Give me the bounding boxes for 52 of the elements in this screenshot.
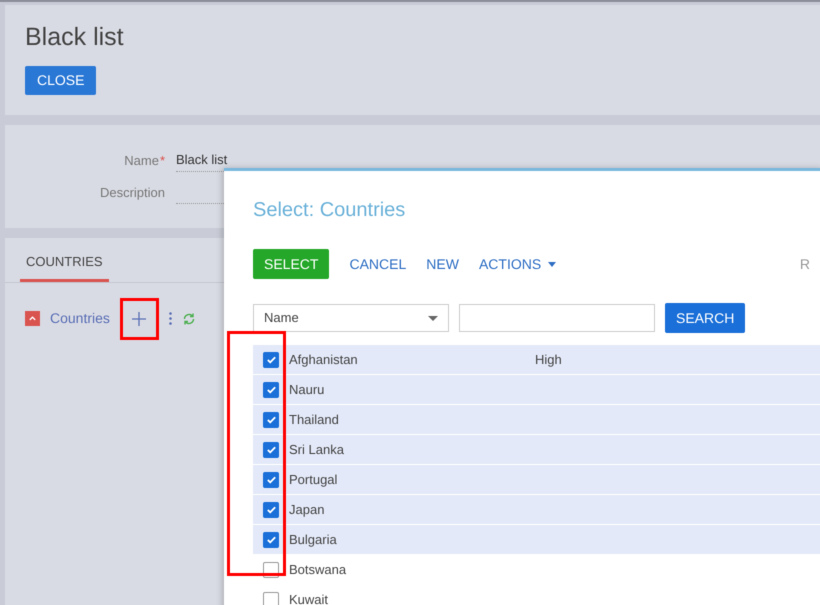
checkbox[interactable] xyxy=(263,532,279,548)
required-mark: * xyxy=(160,152,165,170)
action-link[interactable]: CANCEL xyxy=(349,254,406,274)
country-name: Japan xyxy=(289,500,326,519)
search-field[interactable] xyxy=(459,304,655,332)
check-icon xyxy=(266,354,276,365)
country-name: Portugal xyxy=(289,470,338,489)
action-link[interactable]: NEW xyxy=(426,254,459,274)
checkbox[interactable] xyxy=(263,412,279,428)
checkbox[interactable] xyxy=(263,352,279,368)
search-button[interactable]: SEARCH xyxy=(665,303,746,333)
list-row[interactable]: Sri Lanka xyxy=(253,435,820,465)
dialog-title: Select: Countries xyxy=(253,198,406,223)
check-icon xyxy=(266,384,276,395)
check-icon xyxy=(266,444,276,455)
check-icon xyxy=(266,414,276,425)
table-cell-text: High xyxy=(535,350,562,369)
field-label: Description xyxy=(98,184,165,202)
column-dropdown[interactable]: Name xyxy=(253,304,449,332)
country-name: Nauru xyxy=(289,380,326,399)
check-icon xyxy=(266,534,276,545)
country-name: Thailand xyxy=(289,410,340,429)
country-name: Kuwait xyxy=(289,590,330,605)
actions-menu-button[interactable]: ACTIONS xyxy=(478,254,556,274)
checkbox[interactable] xyxy=(263,502,279,518)
checkbox[interactable] xyxy=(263,592,279,605)
list-row[interactable]: Japan xyxy=(253,495,820,525)
list-row[interactable]: Bulgaria xyxy=(253,525,820,555)
page-title: Black list xyxy=(25,22,124,52)
check-icon xyxy=(266,504,276,515)
country-name: Bulgaria xyxy=(289,530,338,549)
check-icon xyxy=(266,474,276,485)
section-title: Countries xyxy=(50,309,110,328)
toolbar-text: R xyxy=(800,254,810,274)
list-row[interactable]: Afghanistan High xyxy=(253,345,820,375)
caret-icon xyxy=(548,262,556,266)
list-row[interactable]: Nauru xyxy=(253,375,820,405)
checkbox[interactable] xyxy=(263,442,279,458)
tab[interactable]: COUNTRIES xyxy=(20,252,109,282)
collapse-icon[interactable] xyxy=(25,311,40,326)
more-icon[interactable] xyxy=(168,312,172,325)
list-row[interactable]: Thailand xyxy=(253,405,820,435)
checkbox[interactable] xyxy=(263,472,279,488)
list-row[interactable]: Portugal xyxy=(253,465,820,495)
country-name: Sri Lanka xyxy=(289,440,345,459)
close-button[interactable]: CLOSE xyxy=(25,66,96,95)
field-label: Name* xyxy=(5,151,165,171)
country-name: Botswana xyxy=(289,560,348,579)
checkbox[interactable] xyxy=(263,382,279,398)
add-icon[interactable] xyxy=(120,298,159,340)
caret-icon xyxy=(428,316,438,320)
country-name: Afghanistan xyxy=(289,350,359,369)
